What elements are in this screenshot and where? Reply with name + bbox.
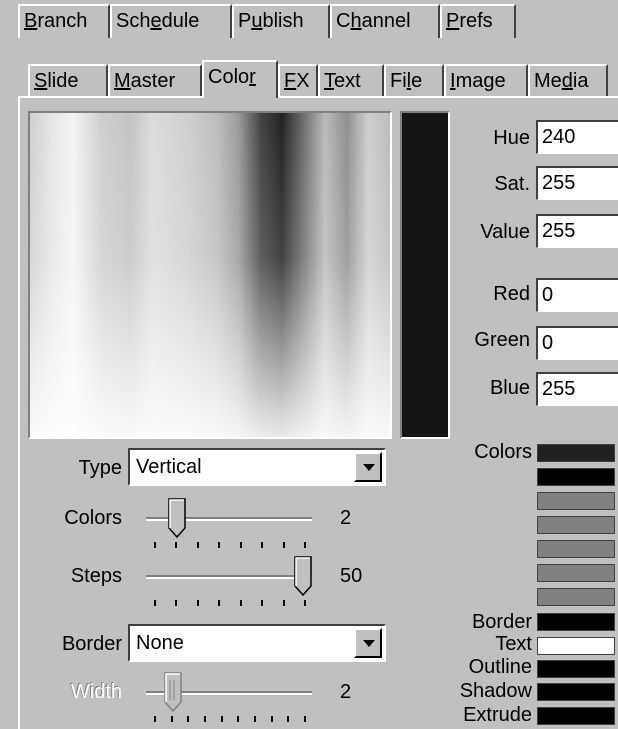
tab-master[interactable]: Master (108, 64, 202, 98)
width-slider-label: Width (70, 681, 122, 703)
slider-tick (154, 716, 156, 722)
color-preview-fill (402, 113, 448, 437)
slider-tick (287, 716, 290, 722)
color-swatch-6[interactable] (537, 564, 615, 582)
slider-tick (196, 600, 199, 606)
slider-tick (282, 542, 285, 548)
slider-tick (261, 600, 264, 606)
colors-swatch-label: Colors (474, 441, 532, 463)
color-preview-bar (400, 111, 450, 439)
steps-slider-thumb[interactable] (294, 556, 312, 596)
slider-tick (204, 716, 206, 722)
tab-color[interactable]: Color (202, 60, 278, 98)
type-select[interactable]: Vertical (128, 448, 386, 486)
gradient-preview[interactable] (28, 111, 392, 439)
colors-slider-value: 2 (340, 507, 352, 529)
text-color-swatch[interactable] (537, 637, 615, 655)
hue-label: Hue (493, 127, 530, 149)
value-label: Value (480, 221, 530, 243)
slider-tick (196, 542, 199, 548)
gradient-preview-fill (30, 113, 390, 437)
colors-slider-label: Colors (64, 507, 122, 529)
panel-top-edge (18, 96, 618, 98)
red-input[interactable]: 0 (536, 278, 618, 312)
border-select[interactable]: None (128, 624, 386, 662)
hue-input[interactable]: 240 (536, 120, 618, 154)
slider-tick (261, 542, 264, 548)
slider-tick (187, 716, 190, 722)
colors-slider-ticks (146, 542, 312, 550)
color-swatch-4[interactable] (537, 516, 615, 534)
tab-file[interactable]: File (384, 64, 444, 98)
tab-prefs[interactable]: Prefs (440, 4, 516, 38)
type-label: Type (78, 457, 122, 479)
extrude-color-swatch[interactable] (537, 707, 615, 725)
panel-left-edge (18, 96, 20, 729)
slider-tick (218, 542, 221, 548)
slider-tick (154, 600, 156, 606)
width-slider-ticks (146, 716, 312, 724)
border-swatch-label: Border (471, 611, 532, 633)
steps-slider-ticks (146, 600, 312, 608)
slider-tick (175, 600, 178, 606)
green-label: Green (474, 329, 530, 351)
tab-publish[interactable]: Publish (232, 4, 330, 38)
tab-text[interactable]: Text (318, 64, 384, 98)
color-swatch-7[interactable] (537, 588, 615, 606)
slider-tick (154, 542, 156, 548)
tab-channel[interactable]: Channel (330, 4, 440, 38)
width-slider-thumb (164, 672, 182, 712)
tab-slide[interactable]: Slide (28, 64, 108, 98)
border-select-value: None (136, 632, 184, 654)
colors-slider-thumb[interactable] (168, 498, 186, 538)
tab-image[interactable]: Image (444, 64, 528, 98)
tab-branch[interactable]: Branch (18, 4, 110, 38)
sat-label: Sat. (494, 173, 530, 195)
outline-color-swatch[interactable] (537, 660, 615, 678)
slider-tick (239, 600, 242, 606)
type-select-value: Vertical (136, 456, 202, 478)
color-swatch-1[interactable] (537, 444, 615, 462)
slider-tick (239, 542, 242, 548)
extrude-swatch-label: Extrude (463, 704, 532, 726)
color-swatch-2[interactable] (537, 468, 615, 486)
steps-slider-value: 50 (340, 565, 363, 587)
blue-input[interactable]: 255 (536, 372, 618, 406)
shadow-color-swatch[interactable] (537, 683, 615, 701)
text-swatch-label: Text (495, 633, 532, 655)
color-swatch-5[interactable] (537, 540, 615, 558)
slider-tick (175, 542, 178, 548)
green-input[interactable]: 0 (536, 326, 618, 360)
slider-tick (270, 716, 273, 722)
blue-label: Blue (489, 377, 530, 399)
border-color-swatch[interactable] (537, 613, 615, 631)
chevron-down-icon[interactable] (354, 628, 382, 658)
slider-tick (218, 600, 221, 606)
steps-slider-track[interactable] (146, 575, 312, 579)
slider-tick (304, 716, 306, 722)
value-input[interactable]: 255 (536, 214, 618, 248)
steps-slider-label: Steps (70, 565, 122, 587)
outline-swatch-label: Outline (468, 656, 532, 678)
tab-media[interactable]: Media (528, 64, 608, 98)
sat-input[interactable]: 255 (536, 166, 618, 200)
slider-tick (304, 542, 306, 548)
slider-tick (304, 600, 306, 606)
slider-tick (220, 716, 223, 722)
shadow-swatch-label: Shadow (459, 680, 532, 702)
width-slider-value: 2 (340, 681, 352, 703)
border-label: Border (61, 633, 122, 655)
slider-tick (170, 716, 173, 722)
color-swatch-3[interactable] (537, 492, 615, 510)
slider-tick (282, 600, 285, 606)
red-label: Red (493, 283, 530, 305)
slider-tick (237, 716, 240, 722)
tab-fx[interactable]: FX (278, 64, 318, 98)
slider-tick (254, 716, 256, 722)
tab-schedule[interactable]: Schedule (110, 4, 232, 38)
chevron-down-icon[interactable] (354, 452, 382, 482)
